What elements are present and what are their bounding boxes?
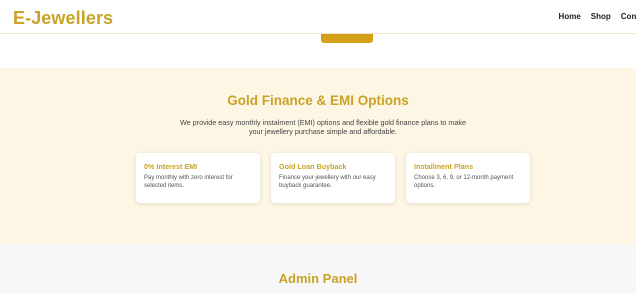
card-title: Installment Plans: [414, 162, 474, 171]
finance-section: Gold Finance & EMI Options We provide ea…: [0, 68, 636, 244]
main-nav: Home Shop Cont: [559, 12, 636, 21]
admin-section: Admin Panel: [0, 244, 636, 293]
page: E-Jewellers Home Shop Cont Gold Finance …: [0, 0, 636, 293]
card-text: Pay monthly with zero interest for selec…: [144, 175, 233, 189]
site-logo[interactable]: E-Jewellers: [13, 8, 113, 29]
card-text: Choose 3, 6, 9, or 12-month payment opti…: [414, 175, 514, 189]
finance-description: We provide easy monthly instalment (EMI)…: [180, 118, 466, 136]
finance-title: Gold Finance & EMI Options: [227, 93, 409, 108]
partially-visible-button[interactable]: [321, 34, 373, 43]
nav-link-contact[interactable]: Cont: [621, 12, 636, 21]
card-title: Gold Loan Buyback: [279, 162, 347, 171]
finance-card-installment: Installment Plans Choose 3, 6, 9, or 12-…: [406, 153, 530, 203]
finance-card-buyback: Gold Loan Buyback Finance your jewellery…: [271, 153, 395, 203]
card-title: 0% Interest EMI: [144, 162, 198, 171]
previous-section-remnant: [0, 34, 636, 68]
finance-card-emi: 0% Interest EMI Pay monthly with zero in…: [136, 153, 260, 203]
finance-cards: 0% Interest EMI Pay monthly with zero in…: [136, 153, 530, 203]
card-text: Finance your jewellery with our easy buy…: [279, 175, 376, 189]
nav-link-home[interactable]: Home: [559, 12, 581, 21]
site-header: E-Jewellers Home Shop Cont: [0, 0, 636, 34]
admin-title: Admin Panel: [278, 271, 358, 286]
nav-link-shop[interactable]: Shop: [591, 12, 611, 21]
